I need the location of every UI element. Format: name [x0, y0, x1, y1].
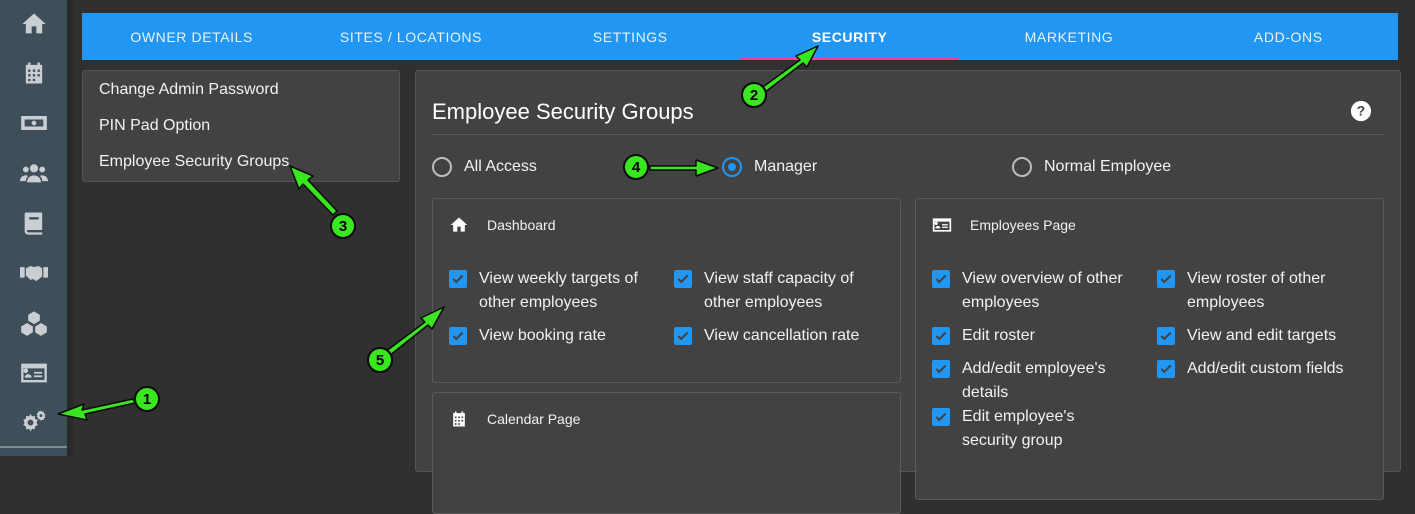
sidebar-item-calendar[interactable] [0, 49, 67, 97]
radio-circle [722, 157, 742, 177]
checkbox-view-staff-capacity[interactable]: View staff capacity of other employees [674, 267, 884, 315]
checkbox-edit-security-group[interactable]: Edit employee's security group [932, 405, 1132, 453]
checkbox-label: Edit roster [962, 327, 1035, 344]
gears-icon [22, 410, 45, 432]
radio-circle [1012, 157, 1032, 177]
radio-label: All Access [464, 158, 537, 175]
radio-manager[interactable]: Manager [722, 157, 817, 177]
callout-3: 3 [330, 213, 356, 239]
card-header: Calendar Page [449, 409, 580, 429]
radio-normal-employee[interactable]: Normal Employee [1012, 157, 1171, 177]
checkbox-label: View staff capacity of other employees [704, 270, 854, 311]
page-title: Employee Security Groups [432, 99, 694, 124]
dashboard-card: Dashboard View weekly targets of other e… [432, 198, 901, 383]
checkbox-box [674, 270, 692, 288]
sidebar-item-users[interactable] [0, 149, 67, 197]
home-icon [21, 13, 46, 34]
menu-item-change-admin-password[interactable]: Change Admin Password [99, 81, 279, 99]
help-icon[interactable]: ? [1350, 100, 1372, 122]
checkbox-label: View weekly targets of other employees [479, 270, 638, 311]
checkbox-view-edit-targets[interactable]: View and edit targets [1157, 324, 1367, 348]
checkbox-view-cancellation-rate[interactable]: View cancellation rate [674, 324, 884, 348]
checkbox-edit-custom-fields[interactable]: Add/edit custom fields [1157, 357, 1367, 381]
checkbox-label: View booking rate [479, 327, 606, 344]
id-card-icon [20, 363, 47, 383]
checkbox-label: Edit employee's security group [962, 408, 1075, 449]
top-tab-bar: OWNER DETAILS SITES / LOCATIONS SETTINGS… [82, 13, 1398, 60]
menu-item-employee-security-groups[interactable]: Employee Security Groups [99, 153, 289, 171]
tab-settings[interactable]: SETTINGS [521, 13, 740, 60]
checkbox-box [932, 270, 950, 288]
title-divider [432, 134, 1384, 135]
sidebar-item-handshake[interactable] [0, 249, 67, 297]
tab-security[interactable]: SECURITY [739, 13, 960, 60]
card-title: Dashboard [487, 217, 556, 233]
boxes-icon [20, 311, 47, 336]
checkbox-box [932, 327, 950, 345]
calendar-card: Calendar Page [432, 392, 901, 514]
checkbox-box [932, 408, 950, 426]
checkbox-edit-roster[interactable]: Edit roster [932, 324, 1132, 348]
checkbox-box [932, 360, 950, 378]
tab-owner-details[interactable]: OWNER DETAILS [82, 13, 301, 60]
checkbox-label: Add/edit custom fields [1187, 360, 1344, 377]
checkbox-view-booking-rate[interactable]: View booking rate [449, 324, 649, 348]
checkbox-box [674, 327, 692, 345]
callout-1: 1 [134, 386, 160, 412]
callout-5: 5 [367, 347, 393, 373]
checkbox-box [1157, 327, 1175, 345]
checkbox-label: Add/edit employee's details [962, 360, 1106, 401]
checkbox-label: View roster of other employees [1187, 270, 1326, 311]
sidebar-item-settings[interactable] [0, 398, 67, 446]
checkbox-box [449, 327, 467, 345]
id-card-icon [932, 218, 952, 232]
sidebar-gutter [67, 0, 73, 456]
checkbox-label: View overview of other employees [962, 270, 1123, 311]
radio-label: Normal Employee [1044, 158, 1172, 175]
card-title: Employees Page [970, 217, 1076, 233]
checkbox-label: View cancellation rate [704, 327, 860, 344]
tab-marketing[interactable]: MARKETING [959, 13, 1178, 60]
sidebar-item-book[interactable] [0, 199, 67, 247]
sidebar-item-home[interactable] [0, 0, 67, 48]
menu-item-pin-pad-option[interactable]: PIN Pad Option [99, 117, 210, 135]
card-header: Employees Page [932, 215, 1076, 235]
sidebar-item-boxes[interactable] [0, 299, 67, 347]
callout-2: 2 [741, 82, 767, 108]
handshake-icon [19, 266, 48, 282]
card-title: Calendar Page [487, 411, 581, 427]
checkbox-view-overview[interactable]: View overview of other employees [932, 267, 1132, 315]
tab-add-ons[interactable]: ADD-ONS [1179, 13, 1398, 60]
checkbox-edit-employee-details[interactable]: Add/edit employee's details [932, 357, 1132, 405]
checkbox-view-weekly-targets[interactable]: View weekly targets of other employees [449, 267, 649, 315]
tab-sites-locations[interactable]: SITES / LOCATIONS [301, 13, 520, 60]
security-groups-panel: Employee Security Groups ? All Access Ma… [415, 70, 1401, 514]
checkbox-box [1157, 360, 1175, 378]
callout-4: 4 [623, 154, 649, 180]
sidebar [0, 0, 67, 456]
employees-page-card: Employees Page View overview of other em… [915, 198, 1384, 500]
calendar-icon [453, 411, 465, 427]
radio-label: Manager [754, 158, 818, 175]
checkbox-box [1157, 270, 1175, 288]
users-icon [19, 164, 48, 183]
checkbox-label: View and edit targets [1187, 327, 1337, 344]
sidebar-item-money[interactable] [0, 99, 67, 147]
sidebar-divider [0, 446, 67, 448]
checkbox-view-roster[interactable]: View roster of other employees [1157, 267, 1367, 315]
checkbox-box [449, 270, 467, 288]
sidebar-item-id-card[interactable] [0, 349, 67, 397]
home-icon [450, 217, 468, 232]
card-header: Dashboard [449, 215, 556, 235]
radio-all-access[interactable]: All Access [432, 157, 537, 177]
security-submenu: Change Admin Password PIN Pad Option Emp… [82, 70, 400, 182]
radio-circle [432, 157, 452, 177]
calendar-icon [25, 62, 42, 84]
svg-text:?: ? [1357, 104, 1365, 119]
money-icon [20, 116, 47, 130]
book-icon [24, 212, 42, 235]
